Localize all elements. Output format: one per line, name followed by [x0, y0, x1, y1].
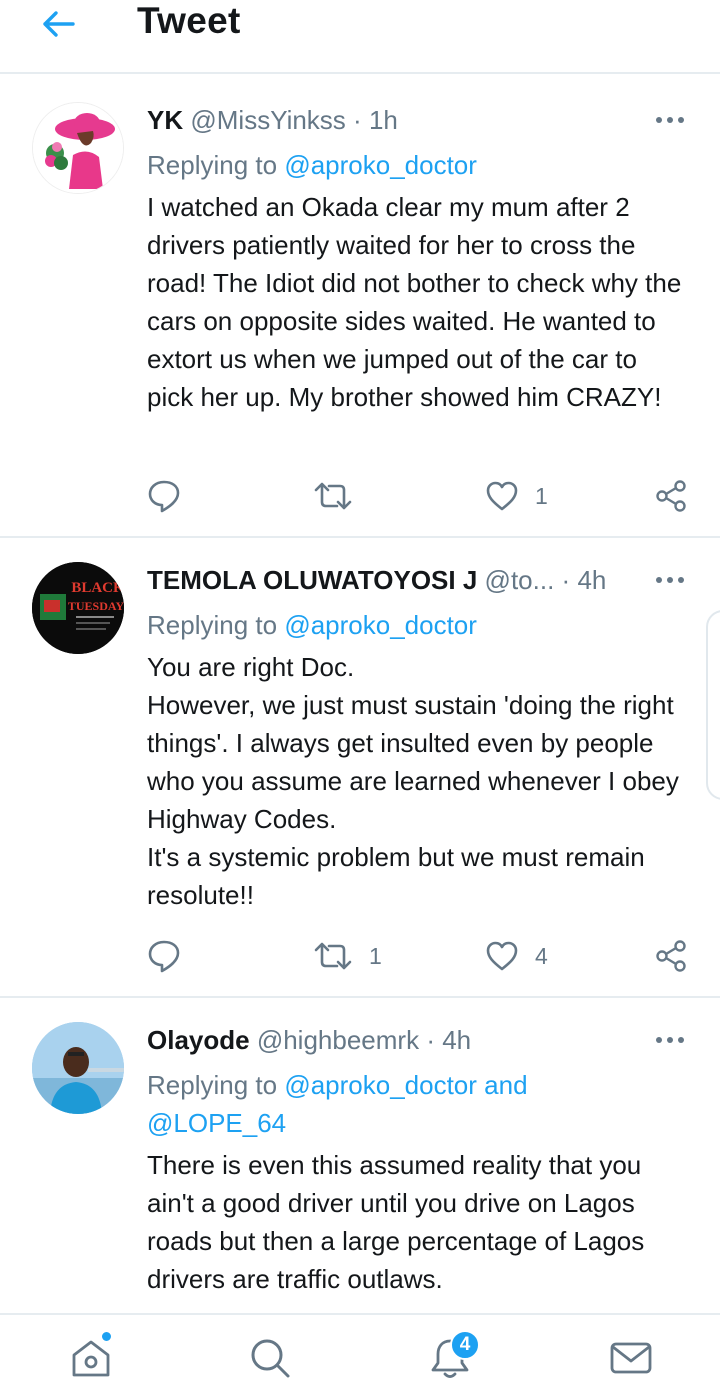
- nav-search[interactable]: [245, 1333, 295, 1383]
- separator-dot: ·: [426, 1025, 435, 1055]
- avatar-text-tuesday: TUESDAY: [68, 599, 124, 613]
- mention-link[interactable]: @aproko_doctor: [284, 150, 477, 180]
- reply-button[interactable]: [147, 476, 197, 516]
- tweet[interactable]: BLACK TUESDAY TEMOLA OLUWATOYOSI J @to..…: [0, 538, 720, 998]
- author-name[interactable]: Olayode: [147, 1025, 250, 1055]
- like-button[interactable]: 4: [485, 936, 548, 976]
- search-icon: [251, 1339, 290, 1378]
- reply-icon: [148, 480, 180, 513]
- share-icon: [656, 480, 686, 512]
- share-button[interactable]: [655, 476, 687, 516]
- timestamp: 1h: [368, 105, 398, 135]
- tweet-meta: TEMOLA OLUWATOYOSI J @to... · 4h: [147, 562, 620, 598]
- replying-to: Replying to @aproko_doctor: [147, 146, 690, 184]
- new-content-dot: [100, 1330, 113, 1343]
- replying-prefix: Replying to: [147, 1070, 278, 1100]
- replying-prefix: Replying to: [147, 610, 278, 640]
- avatar-text-black: BLACK: [71, 580, 124, 596]
- author-handle[interactable]: @to...: [485, 565, 555, 595]
- replying-prefix: Replying to: [147, 150, 278, 180]
- retweet-button[interactable]: 1: [313, 936, 382, 976]
- notification-badge: 4: [450, 1330, 480, 1360]
- avatar-image: [33, 103, 123, 193]
- mention-link-2[interactable]: @LOPE_64: [147, 1108, 286, 1138]
- like-count: 4: [535, 942, 548, 969]
- separator-dot: ·: [561, 565, 571, 595]
- timestamp: 4h: [442, 1025, 472, 1055]
- tweet-actions: 1: [147, 476, 692, 516]
- page-title: Tweet: [137, 0, 241, 41]
- author-handle[interactable]: @highbeemrk: [257, 1025, 419, 1055]
- mention-link[interactable]: @aproko_doctor: [284, 610, 477, 640]
- more-icon[interactable]: [654, 1030, 686, 1050]
- tweet-text: There is even this assumed reality that …: [147, 1150, 652, 1294]
- back-arrow-icon: [43, 11, 75, 37]
- tweet-actions: 1 4: [147, 936, 692, 976]
- tweet-text: I watched an Okada clear my mum after 2 …: [147, 192, 689, 412]
- tweet-text: You are right Doc. However, we just must…: [147, 652, 679, 910]
- top-bar: Tweet: [0, 0, 720, 74]
- tweet[interactable]: YK @MissYinkss · 1h Replying to @aproko_…: [0, 74, 720, 538]
- like-button[interactable]: 1: [485, 476, 548, 516]
- replying-to: Replying to @aproko_doctor: [147, 606, 690, 644]
- tweet-meta: YK @MissYinkss · 1h: [147, 102, 620, 138]
- nav-messages[interactable]: [606, 1333, 656, 1383]
- bottom-nav: [0, 1313, 720, 1395]
- mention-link[interactable]: @aproko_doctor and: [284, 1070, 527, 1100]
- author-name[interactable]: TEMOLA OLUWATOYOSI J: [147, 565, 477, 595]
- avatar-image: BLACK TUESDAY: [32, 562, 124, 654]
- share-button[interactable]: [655, 936, 687, 976]
- avatar[interactable]: BLACK TUESDAY: [32, 562, 124, 654]
- like-count: 1: [535, 482, 548, 509]
- avatar[interactable]: [32, 102, 124, 194]
- more-icon[interactable]: [654, 570, 686, 590]
- retweet-count: 1: [369, 942, 382, 969]
- like-icon: [486, 941, 518, 971]
- retweet-icon: [314, 942, 352, 970]
- avatar[interactable]: [32, 1022, 124, 1114]
- share-icon: [656, 940, 686, 972]
- like-icon: [486, 481, 518, 511]
- replying-to: Replying to @aproko_doctor and @LOPE_64: [147, 1066, 690, 1142]
- tweet-meta: Olayode @highbeemrk · 4h: [147, 1022, 620, 1058]
- retweet-icon: [314, 482, 352, 510]
- separator-dot: ·: [353, 105, 362, 135]
- retweet-button[interactable]: [313, 476, 369, 516]
- tweet[interactable]: Olayode @highbeemrk · 4h Replying to @ap…: [0, 998, 720, 1313]
- more-icon[interactable]: [654, 110, 686, 130]
- timestamp: 4h: [577, 565, 607, 595]
- reply-icon: [148, 940, 180, 973]
- messages-icon: [610, 1342, 652, 1374]
- reply-button[interactable]: [147, 936, 197, 976]
- edge-panel-handle[interactable]: [706, 610, 720, 800]
- author-name[interactable]: YK: [147, 105, 183, 135]
- back-button[interactable]: [36, 4, 80, 44]
- avatar-image: [32, 1022, 124, 1114]
- author-handle[interactable]: @MissYinkss: [190, 105, 345, 135]
